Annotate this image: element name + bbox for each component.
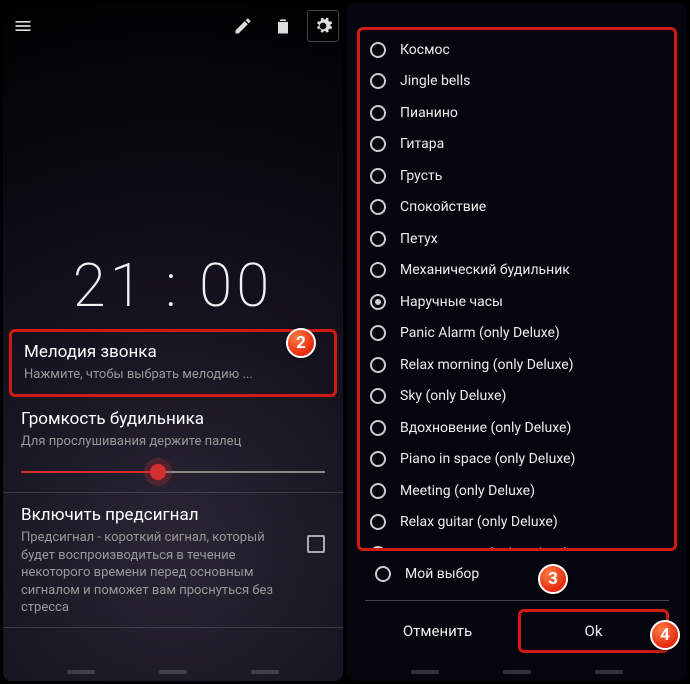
cancel-button[interactable]: Отменить: [365, 609, 510, 653]
volume-slider[interactable]: [21, 462, 325, 482]
toolbar: [3, 3, 343, 49]
ringtone-label: Гитара: [400, 136, 444, 152]
presignal-row[interactable]: Включить предсигнал Предсигнал - коротки…: [3, 493, 343, 628]
ringtone-title: Мелодия звонка: [24, 342, 322, 362]
ringtone-option[interactable]: Sky (only Deluxe): [370, 381, 664, 413]
ringtone-option[interactable]: Вдохновение (only Deluxe): [370, 412, 664, 444]
step-badge-3: 3: [538, 564, 568, 594]
ringtone-label: Piano in space (only Deluxe): [400, 451, 575, 467]
radio-icon: [370, 325, 386, 341]
delete-icon[interactable]: [267, 10, 299, 42]
ringtone-label: Вдохновение (only Deluxe): [400, 420, 571, 436]
ringtone-label: Мой выбор: [405, 566, 479, 582]
ringtone-label: Relax morning (only Deluxe): [400, 357, 574, 373]
ringtone-option-mychoice[interactable]: Мой выбор: [375, 566, 479, 582]
ringtone-label: Relax guitar (only Deluxe): [400, 514, 558, 530]
gear-icon[interactable]: [307, 10, 339, 42]
radio-icon: [370, 357, 386, 373]
clock-display: 21 : 00: [3, 49, 343, 329]
ringtone-label: Sky (only Deluxe): [400, 388, 506, 404]
ringtone-option[interactable]: Meeting (only Deluxe): [370, 475, 664, 507]
ringtone-option[interactable]: Механический будильник: [370, 255, 664, 287]
radio-icon: [370, 388, 386, 404]
presignal-title: Включить предсигнал: [21, 505, 295, 525]
ringtone-option[interactable]: Петух: [370, 223, 664, 255]
ringtone-label: Пианино: [400, 105, 458, 121]
ringtone-label: Panic Alarm (only Deluxe): [400, 325, 560, 341]
ringtone-label: Космос: [400, 42, 450, 58]
presignal-subtitle: Предсигнал - короткий сигнал, который бу…: [21, 529, 295, 617]
radio-icon: [370, 231, 386, 247]
radio-icon: [370, 199, 386, 215]
radio-icon: [370, 483, 386, 499]
nav-bar: [3, 663, 343, 681]
radio-icon: [370, 105, 386, 121]
ringtone-picker-dialog: Космос Jingle bells Пианино Гитара Грусть Спо…: [347, 3, 687, 681]
radio-icon: [370, 420, 386, 436]
cancel-label: Отменить: [403, 622, 472, 640]
ringtone-subtitle: Нажмите, чтобы выбрать мелодию ...: [24, 366, 322, 384]
step-badge-4: 4: [650, 620, 680, 650]
ringtone-option[interactable]: Спокойствие: [370, 192, 664, 224]
nav-bar: [347, 663, 687, 681]
ringtone-option[interactable]: Грусть: [370, 160, 664, 192]
alarm-time[interactable]: 21 : 00: [73, 250, 273, 321]
radio-icon: [370, 451, 386, 467]
ok-button[interactable]: Ok: [518, 609, 669, 653]
ringtone-option[interactable]: Relax guitar (only Deluxe): [370, 507, 664, 539]
radio-icon: [370, 546, 386, 551]
ringtone-label: Спокойствие: [400, 199, 486, 215]
ringtone-option[interactable]: Relax morning (only Deluxe): [370, 349, 664, 381]
radio-icon: [370, 136, 386, 152]
ringtone-label: Jingle bells: [400, 73, 470, 89]
dialog-buttons: Отменить Ok: [365, 609, 669, 653]
ringtone-label: Грусть: [400, 168, 442, 184]
menu-icon[interactable]: [7, 10, 39, 42]
ringtone-option[interactable]: Наручные часы: [370, 286, 664, 318]
radio-icon: [370, 514, 386, 530]
volume-title: Громкость будильника: [21, 409, 325, 429]
ringtone-option[interactable]: Пианино: [370, 97, 664, 129]
ringtone-list[interactable]: Космос Jingle bells Пианино Гитара Грусть Спо…: [357, 27, 677, 551]
volume-row: Громкость будильника Для прослушивания д…: [3, 397, 343, 494]
ringtone-label: Петух: [400, 231, 438, 247]
ringtone-option[interactable]: Космос: [370, 34, 664, 66]
ringtone-label: Зелёный лес (only Deluxe): [400, 546, 569, 551]
radio-icon: [370, 73, 386, 89]
ringtone-option[interactable]: Jingle bells: [370, 66, 664, 98]
divider: [365, 600, 669, 601]
step-badge-2: 2: [286, 328, 316, 358]
ringtone-label: Наручные часы: [400, 294, 503, 310]
radio-icon: [370, 42, 386, 58]
ok-label: Ok: [585, 622, 603, 640]
radio-icon: [370, 294, 386, 310]
ringtone-option[interactable]: Зелёный лес (only Deluxe): [370, 538, 664, 551]
presignal-checkbox[interactable]: [307, 535, 325, 553]
radio-icon: [370, 262, 386, 278]
ringtone-label: Meeting (only Deluxe): [400, 483, 535, 499]
edit-icon[interactable]: [227, 10, 259, 42]
ringtone-label: Механический будильник: [400, 262, 570, 278]
ringtone-option[interactable]: Гитара: [370, 129, 664, 161]
radio-icon: [370, 168, 386, 184]
radio-icon: [375, 566, 391, 582]
ringtone-option[interactable]: Panic Alarm (only Deluxe): [370, 318, 664, 350]
volume-subtitle: Для прослушивания держите палец: [21, 433, 325, 451]
ringtone-option[interactable]: Piano in space (only Deluxe): [370, 444, 664, 476]
